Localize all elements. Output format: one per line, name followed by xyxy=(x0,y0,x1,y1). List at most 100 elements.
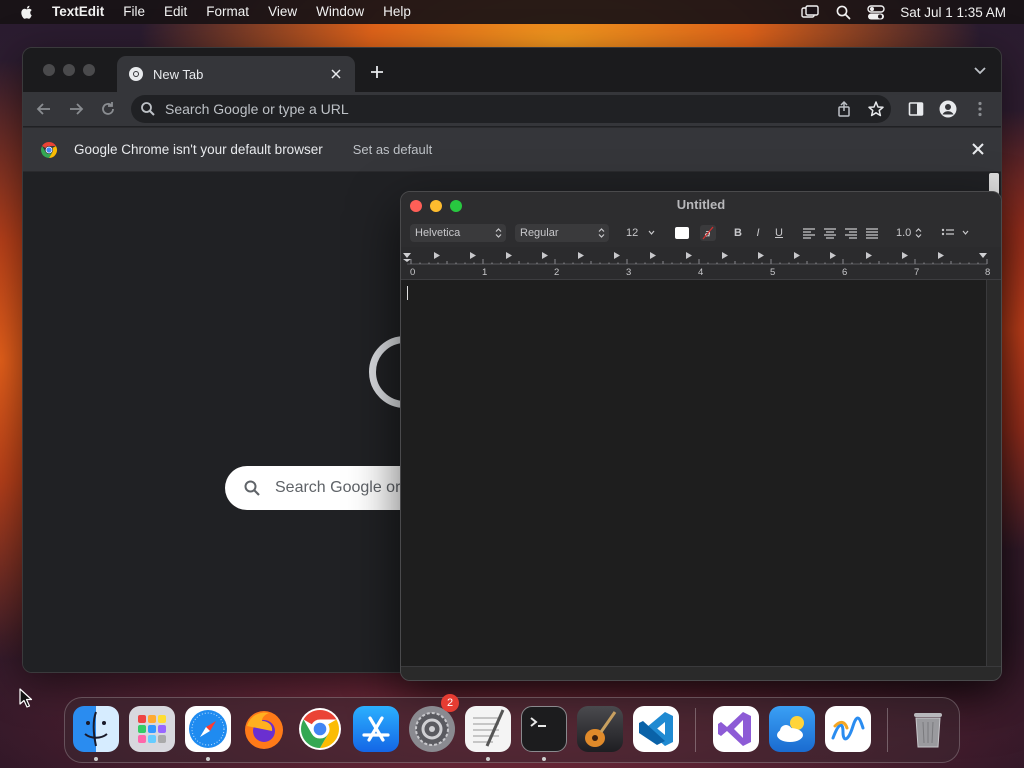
tab-stop-marker[interactable] xyxy=(866,252,872,259)
text-color-well[interactable] xyxy=(675,227,689,239)
document-title: Untitled xyxy=(676,197,726,212)
screen-mirroring-icon[interactable] xyxy=(801,3,819,21)
tab-close-icon[interactable] xyxy=(328,66,344,82)
finder-icon[interactable] xyxy=(73,706,119,752)
profile-avatar-icon[interactable] xyxy=(939,100,957,118)
bookmark-star-icon[interactable] xyxy=(867,100,885,118)
infobar-close-icon[interactable] xyxy=(971,142,985,156)
menu-format[interactable]: Format xyxy=(206,0,249,24)
apple-icon[interactable] xyxy=(18,3,36,21)
italic-button[interactable]: I xyxy=(752,226,764,240)
system-settings-badge: 2 xyxy=(441,694,459,712)
font-size-combo[interactable]: 12 xyxy=(621,224,659,242)
tab-stop-marker[interactable] xyxy=(578,252,584,259)
tab-stop-marker[interactable] xyxy=(614,252,620,259)
set-as-default-button[interactable]: Set as default xyxy=(353,142,433,157)
freeform-icon[interactable] xyxy=(825,706,871,752)
chrome-close-button[interactable] xyxy=(43,64,55,76)
underline-button[interactable]: U xyxy=(773,226,785,240)
line-spacing-value: 1.0 xyxy=(896,227,912,239)
font-family-popup[interactable]: Helvetica xyxy=(410,224,506,242)
highlight-color-icon[interactable]: a xyxy=(700,225,716,241)
textedit-dock-icon[interactable] xyxy=(465,706,511,752)
chrome-zoom-button[interactable] xyxy=(83,64,95,76)
terminal-icon[interactable] xyxy=(521,706,567,752)
system-settings-icon[interactable] xyxy=(409,706,455,752)
spotlight-search-icon[interactable] xyxy=(834,3,852,21)
ruler-number: 3 xyxy=(626,267,632,278)
format-bar: Helvetica Regular 12 a B I U 1.0 xyxy=(401,219,1001,247)
align-right-icon[interactable] xyxy=(844,226,858,240)
line-spacing-popup[interactable]: 1.0 xyxy=(892,224,926,242)
menu-help[interactable]: Help xyxy=(383,0,411,24)
safari-running-dot xyxy=(206,757,210,761)
chrome-minimize-button[interactable] xyxy=(63,64,75,76)
ruler-number: 2 xyxy=(554,267,560,278)
ruler[interactable]: 0 1 2 3 4 5 6 7 8 xyxy=(401,247,1001,280)
menu-edit[interactable]: Edit xyxy=(164,0,187,24)
visual-studio-icon[interactable] xyxy=(713,706,759,752)
omnibox[interactable]: Search Google or type a URL xyxy=(131,95,891,123)
menu-clock[interactable]: Sat Jul 1 1:35 AM xyxy=(900,5,1006,20)
menu-file[interactable]: File xyxy=(123,0,145,24)
tab-stop-marker[interactable] xyxy=(506,252,512,259)
tab-stop-marker[interactable] xyxy=(434,252,440,259)
font-size-chevron-icon xyxy=(648,230,655,235)
tab-stop-marker[interactable] xyxy=(902,252,908,259)
align-justify-icon[interactable] xyxy=(865,226,879,240)
font-style-popup[interactable]: Regular xyxy=(515,224,609,242)
firefox-icon[interactable] xyxy=(241,706,287,752)
forward-arrow-icon[interactable] xyxy=(67,100,85,118)
infobar-message: Google Chrome isn't your default browser xyxy=(74,142,323,157)
line-spacing-updown-icon xyxy=(915,228,922,238)
ruler-number: 4 xyxy=(698,267,704,278)
tab-title: New Tab xyxy=(153,66,204,82)
google-chrome-icon[interactable] xyxy=(297,706,343,752)
text-editor-area[interactable] xyxy=(401,280,988,668)
menu-window[interactable]: Window xyxy=(316,0,364,24)
align-left-icon[interactable] xyxy=(802,226,816,240)
tab-stop-marker[interactable] xyxy=(830,252,836,259)
list-bullets-icon[interactable] xyxy=(941,226,969,240)
font-family-value: Helvetica xyxy=(415,227,461,239)
bold-button[interactable]: B xyxy=(732,226,744,240)
tab-stop-marker[interactable] xyxy=(758,252,764,259)
side-panel-icon[interactable] xyxy=(907,100,925,118)
app-store-icon[interactable] xyxy=(353,706,399,752)
weather-icon[interactable] xyxy=(769,706,815,752)
tab-stop-marker[interactable] xyxy=(938,252,944,259)
terminal-running-dot xyxy=(542,757,546,761)
launchpad-icon[interactable] xyxy=(129,706,175,752)
safari-icon[interactable] xyxy=(185,706,231,752)
tab-new-tab[interactable]: New Tab xyxy=(117,56,355,92)
tab-stop-marker[interactable] xyxy=(794,252,800,259)
omnibox-placeholder: Search Google or type a URL xyxy=(165,101,349,117)
trash-icon[interactable] xyxy=(905,706,951,752)
align-center-icon[interactable] xyxy=(823,226,837,240)
textedit-window: Untitled Helvetica Regular 12 a B I U 1.… xyxy=(400,191,1002,681)
textedit-titlebar[interactable]: Untitled xyxy=(401,192,1001,219)
dock: 2 xyxy=(64,694,960,763)
chrome-favicon-icon xyxy=(129,67,143,81)
tab-stop-marker[interactable] xyxy=(686,252,692,259)
tab-stop-marker[interactable] xyxy=(542,252,548,259)
tab-search-chevron-icon[interactable] xyxy=(973,65,987,77)
back-arrow-icon[interactable] xyxy=(35,100,53,118)
tab-stop-marker[interactable] xyxy=(722,252,728,259)
control-center-icon[interactable] xyxy=(867,3,885,21)
visual-studio-code-icon[interactable] xyxy=(633,706,679,752)
dock-separator xyxy=(887,708,888,752)
menu-view[interactable]: View xyxy=(268,0,297,24)
chrome-tab-strip: New Tab xyxy=(23,48,1001,92)
menu-app-name[interactable]: TextEdit xyxy=(52,0,104,24)
garageband-icon[interactable] xyxy=(577,706,623,752)
tab-stop-marker[interactable] xyxy=(650,252,656,259)
editor-vertical-scrollbar[interactable] xyxy=(986,280,1001,668)
ruler-number: 7 xyxy=(914,267,920,278)
new-tab-plus-icon[interactable] xyxy=(368,63,386,81)
reload-icon[interactable] xyxy=(99,100,117,118)
share-icon[interactable] xyxy=(835,100,853,118)
menu-bar: TextEdit File Edit Format View Window He… xyxy=(0,0,1024,24)
tab-stop-marker[interactable] xyxy=(470,252,476,259)
chrome-menu-dots-icon[interactable] xyxy=(971,100,989,118)
